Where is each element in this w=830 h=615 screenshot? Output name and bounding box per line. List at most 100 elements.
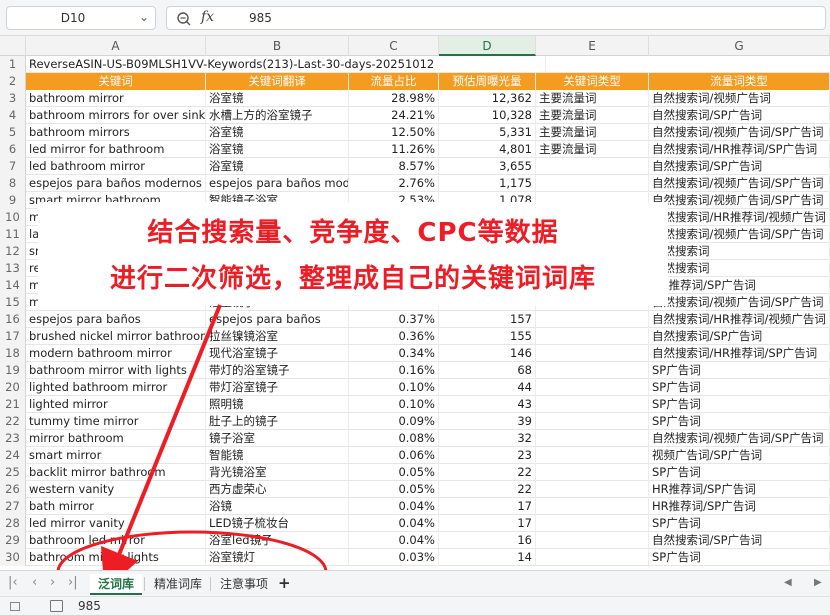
cell-a[interactable]: espejos para baños modernos xyxy=(26,175,206,192)
row-number[interactable]: 6 xyxy=(0,141,26,158)
cell-b[interactable]: 浴室镜 xyxy=(206,141,349,158)
cell-f[interactable]: HR推荐词/SP广告词 xyxy=(649,481,830,498)
row-number[interactable]: 4 xyxy=(0,107,26,124)
cell-c[interactable]: 0.10% xyxy=(349,379,439,396)
column-header-a[interactable]: A xyxy=(26,36,206,56)
cell-d[interactable]: 23 xyxy=(439,447,536,464)
row-number[interactable]: 24 xyxy=(0,447,26,464)
cell-f[interactable]: HR推荐词/SP广告词 xyxy=(649,498,830,515)
cell-f[interactable]: 自然搜索词/SP广告词 xyxy=(649,107,830,124)
header-cell[interactable]: 流量词类型 xyxy=(649,73,830,90)
cell-b[interactable]: 浴室镜 xyxy=(206,90,349,107)
cell-f[interactable]: 视频广告词/SP广告词 xyxy=(649,447,830,464)
cell-a[interactable]: lighted bathroom mirror xyxy=(26,379,206,396)
cell-b[interactable]: 带灯浴室镜子 xyxy=(206,379,349,396)
cell-e[interactable]: 主要流量词 xyxy=(536,107,649,124)
cell-f[interactable]: 自然搜索词/HR推荐词/视频广告词 xyxy=(649,311,830,328)
cell-d[interactable]: 68 xyxy=(439,362,536,379)
cell-d[interactable]: 32 xyxy=(439,430,536,447)
cell-b[interactable]: 照明镜 xyxy=(206,396,349,413)
cell-a[interactable]: mirror bathroom xyxy=(26,430,206,447)
cell-f[interactable]: 自然搜索词/HR推荐词/SP广告词 xyxy=(649,141,830,158)
cell-a[interactable]: bathroom led mirror xyxy=(26,532,206,549)
cell-c[interactable]: 0.03% xyxy=(349,549,439,566)
row-number[interactable]: 5 xyxy=(0,124,26,141)
cell-b[interactable]: 镜子浴室 xyxy=(206,430,349,447)
cell-f[interactable]: 自然搜索词/HR推荐词/视频广告词 xyxy=(649,209,830,226)
tab-broad-keywords[interactable]: 泛词库 xyxy=(90,574,143,595)
cell-b[interactable]: 浴镜 xyxy=(206,498,349,515)
cell-e[interactable] xyxy=(536,379,649,396)
cell-f[interactable]: 自然搜索词/视频广告词 xyxy=(649,90,830,107)
zoom-icon[interactable] xyxy=(175,10,193,28)
cell-e[interactable] xyxy=(536,311,649,328)
cell-e[interactable] xyxy=(536,464,649,481)
row-number[interactable]: 25 xyxy=(0,464,26,481)
row-number[interactable]: 10 xyxy=(0,209,26,226)
cell-d[interactable]: 4,801 xyxy=(439,141,536,158)
cell-e[interactable] xyxy=(536,447,649,464)
cell-b[interactable]: 浴室镜灯 xyxy=(206,549,349,566)
scroll-right-icon[interactable]: ▶ xyxy=(814,577,822,588)
cell-a[interactable]: lighted mirror xyxy=(26,396,206,413)
cell-c[interactable]: 0.04% xyxy=(349,498,439,515)
cell-b[interactable]: 浴室led镜子 xyxy=(206,532,349,549)
cell-e[interactable] xyxy=(536,430,649,447)
row-number[interactable]: 1 xyxy=(0,56,26,73)
cell-a[interactable]: brushed nickel mirror bathroom xyxy=(26,328,206,345)
cell-f[interactable]: SP广告词 xyxy=(649,413,830,430)
title-cell[interactable]: ReverseASIN-US-B09MLSH1VV-Keywords(213)-… xyxy=(26,56,546,73)
column-header-c[interactable]: C xyxy=(349,36,439,56)
row-number[interactable]: 19 xyxy=(0,362,26,379)
cell-f[interactable]: 自然搜索词/SP广告词 xyxy=(649,328,830,345)
cell-c[interactable]: 24.21% xyxy=(349,107,439,124)
cell-f[interactable]: 自然搜索词/HR推荐词/SP广告词 xyxy=(649,345,830,362)
row-number[interactable]: 15 xyxy=(0,294,26,311)
cell-d[interactable]: 12,362 xyxy=(439,90,536,107)
first-sheet-icon[interactable]: |‹ xyxy=(8,575,18,590)
cell-f[interactable]: 自然搜索词/视频广告词/SP广告词 xyxy=(649,175,830,192)
cell-a[interactable]: led bathroom mirror xyxy=(26,158,206,175)
row-number[interactable]: 22 xyxy=(0,413,26,430)
cell-e[interactable]: 主要流量词 xyxy=(536,124,649,141)
cell-a[interactable]: western vanity xyxy=(26,481,206,498)
column-header-b[interactable]: B xyxy=(206,36,349,56)
cell-e[interactable] xyxy=(536,515,649,532)
cell-c[interactable]: 12.50% xyxy=(349,124,439,141)
cell-a[interactable]: espejos para baños xyxy=(26,311,206,328)
cell-e[interactable] xyxy=(536,481,649,498)
cell-a[interactable]: tummy time mirror xyxy=(26,413,206,430)
row-number[interactable]: 28 xyxy=(0,515,26,532)
cell-c[interactable]: 0.05% xyxy=(349,464,439,481)
prev-sheet-icon[interactable]: ‹ xyxy=(32,575,37,590)
cell-c[interactable]: 0.09% xyxy=(349,413,439,430)
row-number[interactable]: 26 xyxy=(0,481,26,498)
sheet-view-icon[interactable] xyxy=(50,600,63,612)
cell-f[interactable]: 自然搜索词/视频广告词/SP广告词 xyxy=(649,192,830,209)
cell-f[interactable]: 自然搜索词/视频广告词/SP广告词 xyxy=(649,430,830,447)
cell-e[interactable]: 主要流量词 xyxy=(536,90,649,107)
row-number[interactable]: 7 xyxy=(0,158,26,175)
next-sheet-icon[interactable]: › xyxy=(50,575,55,590)
cell-a[interactable]: bathroom mirrors for over sink xyxy=(26,107,206,124)
cell-e[interactable] xyxy=(536,175,649,192)
row-number[interactable]: 14 xyxy=(0,277,26,294)
cell-c[interactable]: 0.36% xyxy=(349,328,439,345)
cell-d[interactable]: 14 xyxy=(439,549,536,566)
cell-b[interactable]: LED镜子梳妆台 xyxy=(206,515,349,532)
cell-f[interactable]: 自然搜索词/视频广告词/SP广告词 xyxy=(649,226,830,243)
header-cell[interactable]: 流量占比 xyxy=(349,73,439,90)
cell-a[interactable]: led mirror for bathroom xyxy=(26,141,206,158)
cell-b[interactable]: 背光镜浴室 xyxy=(206,464,349,481)
row-number[interactable]: 13 xyxy=(0,260,26,277)
cell-b[interactable]: 肚子上的镜子 xyxy=(206,413,349,430)
row-number[interactable]: 8 xyxy=(0,175,26,192)
cell-f[interactable]: 自然搜索词 xyxy=(649,243,830,260)
cell-c[interactable]: 0.04% xyxy=(349,532,439,549)
cell-c[interactable]: 0.04% xyxy=(349,515,439,532)
cell-e[interactable] xyxy=(536,498,649,515)
formula-input[interactable]: fx 985 xyxy=(166,6,826,30)
last-sheet-icon[interactable]: ›| xyxy=(68,575,78,590)
column-header-g[interactable]: G xyxy=(649,36,830,56)
tab-notes[interactable]: 注意事项 xyxy=(212,574,276,595)
